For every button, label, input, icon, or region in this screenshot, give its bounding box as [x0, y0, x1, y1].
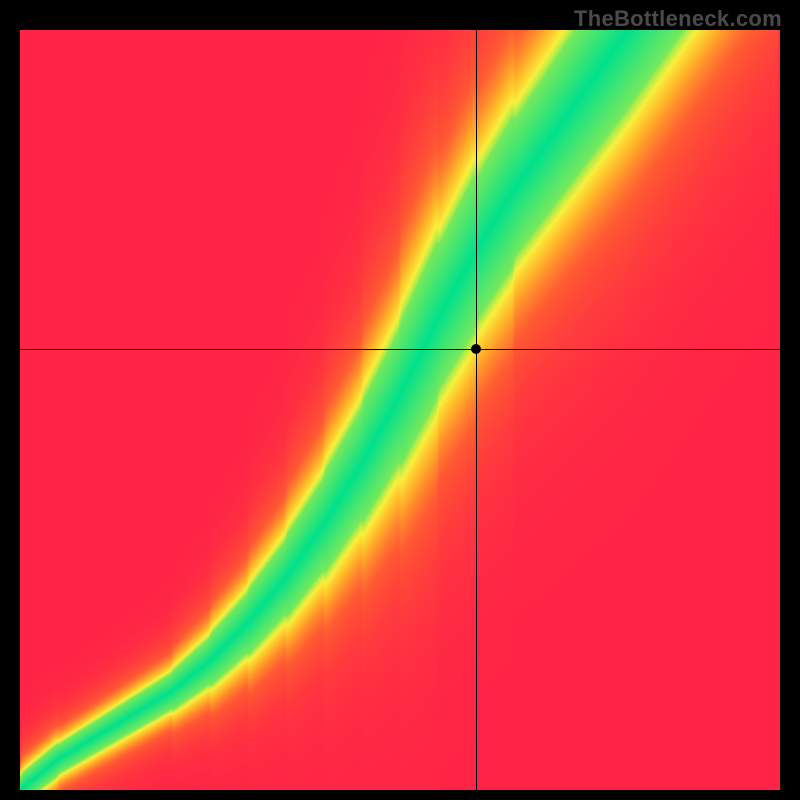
- chart-frame: TheBottleneck.com: [0, 0, 800, 800]
- heatmap-canvas: [20, 30, 780, 790]
- crosshair-horizontal: [20, 349, 780, 350]
- watermark-text: TheBottleneck.com: [574, 6, 782, 32]
- crosshair-vertical: [476, 30, 477, 790]
- plot-area: [20, 30, 780, 790]
